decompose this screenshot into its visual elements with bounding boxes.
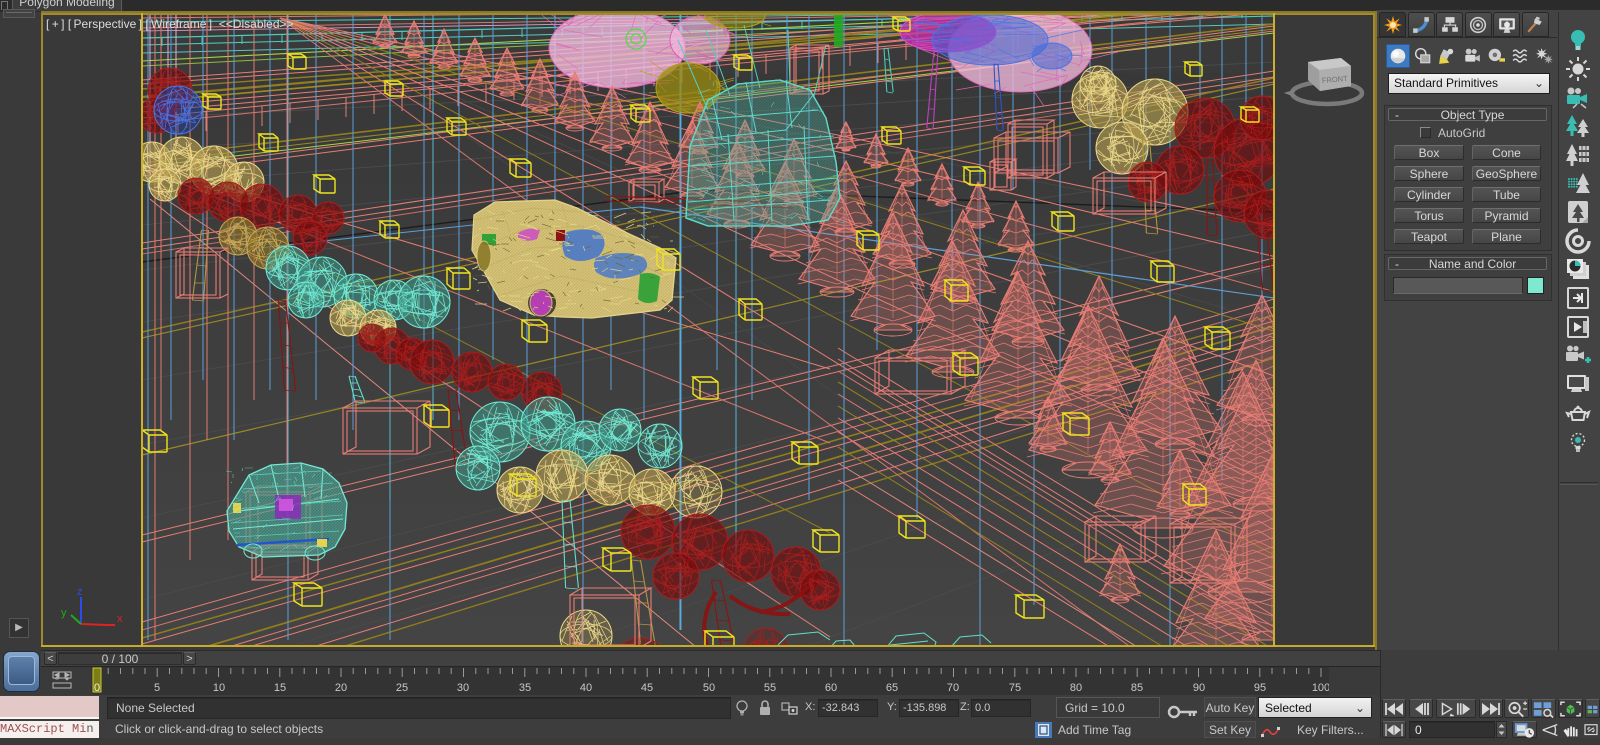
svg-text:x: x: [117, 613, 123, 625]
svg-text:65: 65: [886, 682, 898, 694]
svg-text:70: 70: [947, 682, 959, 694]
svg-text:50: 50: [703, 682, 715, 694]
svg-text:100: 100: [1312, 682, 1330, 694]
svg-text:40: 40: [580, 682, 592, 694]
svg-text:35: 35: [519, 682, 531, 694]
svg-text:5: 5: [154, 682, 160, 694]
svg-text:80: 80: [1070, 682, 1082, 694]
svg-text:20: 20: [335, 682, 347, 694]
svg-text:z: z: [77, 586, 83, 598]
svg-text:75: 75: [1009, 682, 1021, 694]
svg-text:25: 25: [396, 682, 408, 694]
svg-text:55: 55: [764, 682, 776, 694]
svg-text:85: 85: [1131, 682, 1143, 694]
svg-text:0: 0: [94, 682, 100, 694]
svg-text:90: 90: [1193, 682, 1205, 694]
svg-text:10: 10: [213, 682, 225, 694]
svg-text:95: 95: [1254, 682, 1266, 694]
svg-text:30: 30: [457, 682, 469, 694]
svg-text:15: 15: [274, 682, 286, 694]
svg-text:60: 60: [825, 682, 837, 694]
svg-text:45: 45: [641, 682, 653, 694]
svg-text:y: y: [61, 607, 67, 619]
